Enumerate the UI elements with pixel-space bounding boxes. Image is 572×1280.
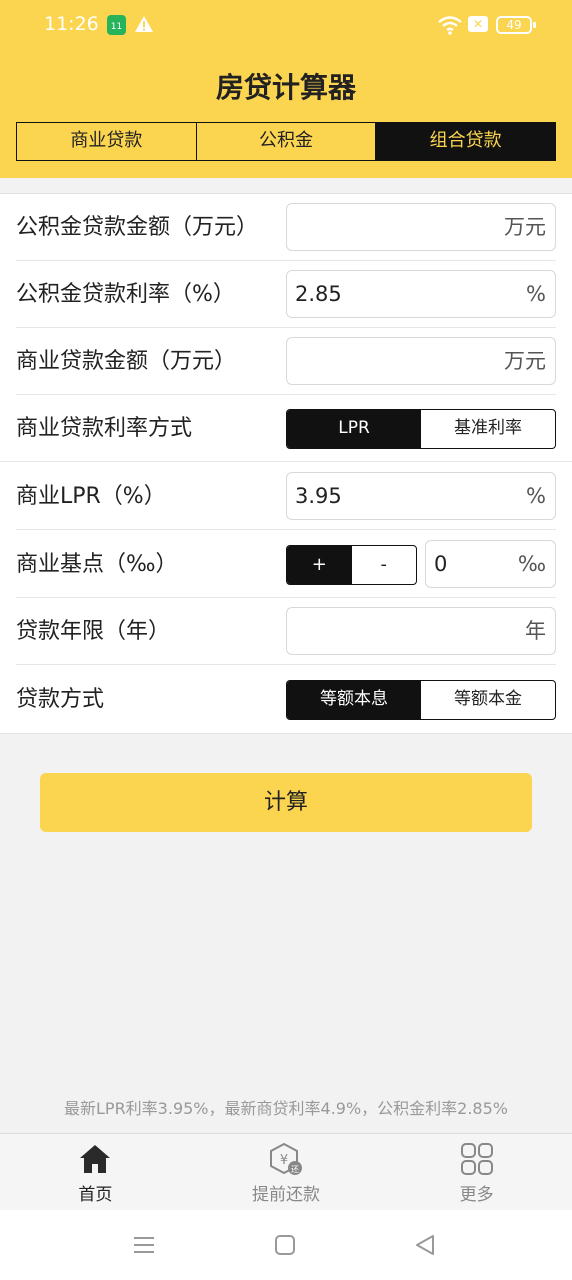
method-equal-installment[interactable]: 等额本息 <box>287 681 421 719</box>
tab-combined-loan[interactable]: 组合贷款 <box>376 123 556 160</box>
fund-rate-input[interactable]: 2.85 % <box>286 270 556 318</box>
menu-icon[interactable] <box>133 1234 155 1256</box>
nav-more-label: 更多 <box>459 1185 494 1205</box>
biz-points-input[interactable]: 0 ‰ <box>425 540 556 588</box>
biz-points-unit: ‰ <box>517 552 546 576</box>
calculate-button[interactable]: 计算 <box>40 773 532 832</box>
tab-commercial-loan[interactable]: 商业贷款 <box>17 123 197 160</box>
loan-form: 公积金贷款金额（万元） 万元 公积金贷款利率（%） 2.85 % 商业贷款金额（… <box>0 193 572 734</box>
rate-mode-row: 商业贷款利率方式 LPR 基准利率 <box>0 395 572 462</box>
years-unit: 年 <box>525 619 546 643</box>
rate-mode-label: 商业贷款利率方式 <box>16 416 193 441</box>
fund-amount-input[interactable]: 万元 <box>286 203 556 251</box>
nav-more[interactable]: 更多 <box>381 1134 572 1210</box>
fund-rate-row: 公积金贷款利率（%） 2.85 % <box>0 261 572 328</box>
app-header: 11:26 11 ✕ 49 房贷计算器 商业贷款 公积金 组合贷款 <box>0 0 572 178</box>
page-title: 房贷计算器 <box>215 71 356 104</box>
years-label: 贷款年限（年） <box>16 619 171 644</box>
biz-points-label: 商业基点（‰） <box>16 552 178 577</box>
svg-text:还: 还 <box>291 1164 299 1174</box>
home-icon <box>80 1145 111 1173</box>
points-plus-button[interactable]: + <box>287 546 352 584</box>
sim-icon: ✕ <box>468 16 488 32</box>
battery-icon: 49 <box>496 16 536 34</box>
svg-text:¥: ¥ <box>280 1153 288 1168</box>
biz-points-value: 0 <box>434 552 448 576</box>
status-time: 11:26 <box>44 13 99 35</box>
app-notification-icon: 11 <box>107 15 126 35</box>
nav-home[interactable]: 首页 <box>0 1134 191 1210</box>
biz-lpr-value: 3.95 <box>295 484 342 508</box>
home-square-icon[interactable] <box>274 1234 296 1256</box>
bottom-nav: 首页 ¥ 还 提前还款 更多 <box>0 1133 572 1210</box>
wifi-icon <box>438 16 462 35</box>
nav-prepayment[interactable]: ¥ 还 提前还款 <box>191 1134 382 1210</box>
biz-lpr-label: 商业LPR（%） <box>16 484 166 509</box>
years-row: 贷款年限（年） 年 <box>0 598 572 665</box>
fund-rate-label: 公积金贷款利率（%） <box>16 282 235 307</box>
tab-provident-fund[interactable]: 公积金 <box>197 123 377 160</box>
fund-rate-value: 2.85 <box>295 282 342 306</box>
biz-amount-label: 商业贷款金额（万元） <box>16 349 237 374</box>
method-equal-principal[interactable]: 等额本金 <box>421 681 555 719</box>
repayment-method-selector: 等额本息 等额本金 <box>286 680 556 720</box>
fund-amount-row: 公积金贷款金额（万元） 万元 <box>0 194 572 261</box>
grid-icon <box>460 1143 493 1175</box>
status-bar: 11:26 11 ✕ 49 <box>0 0 572 52</box>
rate-mode-benchmark[interactable]: 基准利率 <box>421 410 555 448</box>
loan-type-tabs: 商业贷款 公积金 组合贷款 <box>16 122 556 161</box>
biz-amount-input[interactable]: 万元 <box>286 337 556 385</box>
yuan-shield-icon: ¥ 还 <box>270 1142 302 1175</box>
fund-rate-unit: % <box>526 282 546 306</box>
biz-lpr-row: 商业LPR（%） 3.95 % <box>0 463 572 530</box>
fund-amount-unit: 万元 <box>504 215 546 239</box>
method-label: 贷款方式 <box>16 687 105 712</box>
rate-mode-lpr[interactable]: LPR <box>287 410 421 448</box>
biz-lpr-unit: % <box>526 484 546 508</box>
biz-amount-row: 商业贷款金额（万元） 万元 <box>0 328 572 395</box>
biz-points-row: 商业基点（‰） + - 0 ‰ <box>0 531 572 598</box>
rate-mode-selector: LPR 基准利率 <box>286 409 556 449</box>
method-row: 贷款方式 等额本息 等额本金 <box>0 666 572 733</box>
nav-prepayment-label: 提前还款 <box>252 1185 320 1205</box>
fund-amount-label: 公积金贷款金额（万元） <box>16 215 259 240</box>
points-minus-button[interactable]: - <box>352 546 417 584</box>
latest-rate-info: 最新LPR利率3.95%，最新商贷利率4.9%，公积金利率2.85% <box>64 1099 508 1118</box>
points-sign-selector: + - <box>286 545 417 585</box>
biz-lpr-input[interactable]: 3.95 % <box>286 472 556 520</box>
nav-home-label: 首页 <box>78 1185 113 1205</box>
warning-icon <box>135 16 153 32</box>
years-input[interactable]: 年 <box>286 607 556 655</box>
system-nav-bar <box>0 1210 572 1280</box>
biz-amount-unit: 万元 <box>504 349 546 373</box>
back-triangle-icon[interactable] <box>414 1234 436 1256</box>
